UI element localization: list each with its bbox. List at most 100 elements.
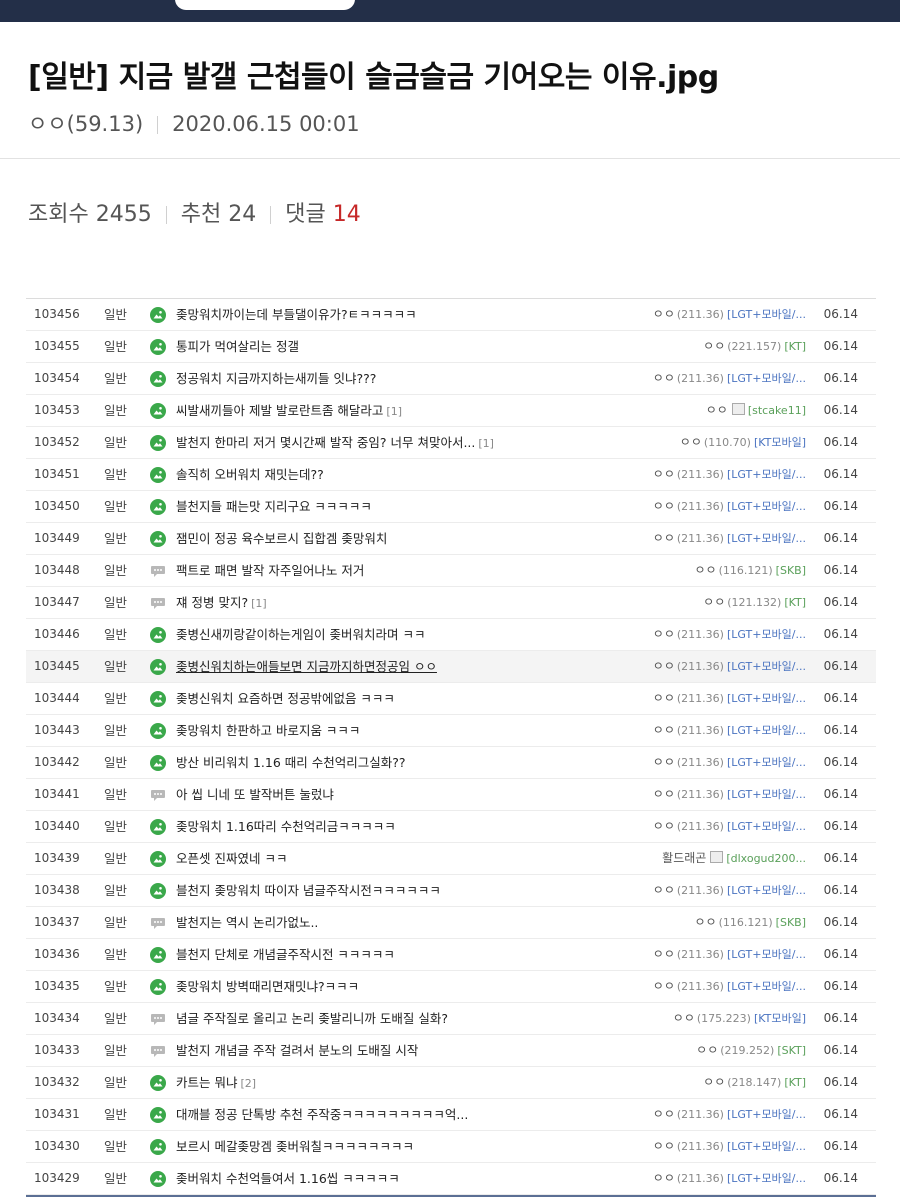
post-title-text[interactable]: 좆망워치 1.16따리 수천억리금ㅋㅋㅋㅋㅋ: [176, 819, 396, 834]
post-title-text[interactable]: 발천지 개념글 주작 걸려서 분노의 도배질 시작: [176, 1043, 418, 1058]
post-title-text[interactable]: 발천지 한마리 저거 몇시간째 발작 중임? 너무 쳐맞아서...: [176, 435, 475, 450]
list-item[interactable]: 103443 일반 좆망워치 한판하고 바로지움 ㅋㅋㅋ ㅇㅇ (211.36)[…: [26, 715, 876, 747]
post-title-text[interactable]: 쟤 정병 맞지?: [176, 595, 248, 610]
post-title-link[interactable]: 발천지는 역시 논리가없노..: [176, 907, 318, 938]
post-writer[interactable]: ㅇㅇ (211.36) [LGT+모바일/...: [653, 715, 806, 746]
post-title-link[interactable]: 통피가 먹여살리는 정갤: [176, 331, 299, 362]
list-item[interactable]: 103453 일반 씨발새끼들아 제발 발로란트좀 해달라고 [1] ㅇㅇ [stc…: [26, 395, 876, 427]
post-title-link[interactable]: 좆망워치 1.16따리 수천억리금ㅋㅋㅋㅋㅋ: [176, 811, 396, 842]
writer-name[interactable]: ㅇㅇ: [653, 755, 675, 769]
post-writer[interactable]: ㅇㅇ (211.36) [LGT+모바일/...: [653, 619, 806, 650]
post-title-link[interactable]: 발천지 개념글 주작 걸려서 분노의 도배질 시작: [176, 1035, 418, 1066]
post-title-link[interactable]: 정공워치 지금까지하는새끼들 잇냐???: [176, 363, 376, 394]
writer-name[interactable]: ㅇㅇ: [653, 979, 675, 993]
writer-name[interactable]: ㅇㅇ: [673, 1011, 695, 1025]
writer-name[interactable]: ㅇㅇ: [695, 915, 717, 929]
post-title-link[interactable]: 카트는 뭐냐 [2]: [176, 1067, 256, 1099]
writer-name[interactable]: ㅇㅇ: [695, 563, 717, 577]
post-writer[interactable]: ㅇㅇ (211.36) [LGT+모바일/...: [653, 875, 806, 906]
list-item[interactable]: 103440 일반 좆망워치 1.16따리 수천억리금ㅋㅋㅋㅋㅋ ㅇㅇ (211.…: [26, 811, 876, 843]
post-title-link[interactable]: 잼민이 정공 육수보르시 집합겜 좆망워치: [176, 523, 387, 554]
post-writer[interactable]: ㅇㅇ (116.121) [SKB]: [695, 907, 807, 938]
post-title-link[interactable]: 좆병신새끼랑같이하는게임이 좆버워치라며 ㅋㅋ: [176, 619, 425, 650]
post-title-link[interactable]: 발천지 한마리 저거 몇시간째 발작 중임? 너무 쳐맞아서... [1]: [176, 427, 494, 459]
reply-count[interactable]: [1]: [251, 597, 267, 610]
writer-name[interactable]: ㅇㅇ: [653, 883, 675, 897]
post-writer[interactable]: ㅇㅇ (221.157) [KT]: [703, 331, 806, 362]
list-item[interactable]: 103444 일반 좆병신워치 요즘하면 정공밖에없음 ㅋㅋㅋ ㅇㅇ (211.3…: [26, 683, 876, 715]
post-title-link[interactable]: 보르시 메갈좆망겜 좆버워칠ㅋㅋㅋㅋㅋㅋㅋㅋ: [176, 1131, 414, 1162]
post-title-link[interactable]: 방산 비리워치 1.16 때리 수천억리그실화??: [176, 747, 406, 778]
writer-name[interactable]: ㅇㅇ: [653, 307, 675, 321]
post-title-link[interactable]: 팩트로 패면 발작 자주일어나노 저거: [176, 555, 364, 586]
post-title-text[interactable]: 정공워치 지금까지하는새끼들 잇냐???: [176, 371, 376, 386]
post-title-text[interactable]: 카트는 뭐냐: [176, 1075, 237, 1090]
list-item[interactable]: 103448 일반 팩트로 패면 발작 자주일어나노 저거 ㅇㅇ (116.121…: [26, 555, 876, 587]
writer-name[interactable]: ㅇㅇ: [653, 819, 675, 833]
post-writer[interactable]: ㅇㅇ (211.36) [LGT+모바일/...: [653, 683, 806, 714]
post-title-text[interactable]: 좆병신워치 요즘하면 정공밖에없음 ㅋㅋㅋ: [176, 691, 395, 706]
writer-name[interactable]: ㅇㅇ: [653, 531, 675, 545]
writer-name[interactable]: ㅇㅇ: [680, 435, 702, 449]
list-item[interactable]: 103432 일반 카트는 뭐냐 [2] ㅇㅇ (218.147) [KT] 06.1…: [26, 1067, 876, 1099]
writer-name[interactable]: ㅇㅇ: [653, 627, 675, 641]
writer-name[interactable]: ㅇㅇ: [696, 1043, 718, 1057]
writer-name[interactable]: ㅇㅇ: [703, 339, 725, 353]
list-item[interactable]: 103438 일반 블천지 좆망워치 따이자 념글주작시전ㅋㅋㅋㅋㅋㅋ ㅇㅇ (2…: [26, 875, 876, 907]
post-writer[interactable]: ㅇㅇ (211.36) [LGT+모바일/...: [653, 1099, 806, 1130]
list-item[interactable]: 103454 일반 정공워치 지금까지하는새끼들 잇냐??? ㅇㅇ (211.36…: [26, 363, 876, 395]
post-title-link[interactable]: 좆망워치 방벽때리면재밋냐?ㅋㅋㅋ: [176, 971, 359, 1002]
list-item[interactable]: 103441 일반 아 씹 니네 또 발작버튼 눌렀냐 ㅇㅇ (211.36) [L…: [26, 779, 876, 811]
post-title-link[interactable]: 오픈셋 진짜였네 ㅋㅋ: [176, 843, 287, 874]
writer-name[interactable]: ㅇㅇ: [653, 691, 675, 705]
writer-name[interactable]: 활드래곤: [662, 851, 706, 865]
post-title-text[interactable]: 좆버워치 수천억들여서 1.16씹 ㅋㅋㅋㅋㅋ: [176, 1171, 400, 1186]
list-item[interactable]: 103455 일반 통피가 먹여살리는 정갤 ㅇㅇ (221.157) [KT] 0…: [26, 331, 876, 363]
writer-name[interactable]: ㅇㅇ: [653, 1171, 675, 1185]
writer-name[interactable]: ㅇㅇ: [653, 467, 675, 481]
writer-name[interactable]: ㅇㅇ: [653, 723, 675, 737]
post-writer[interactable]: ㅇㅇ (116.121) [SKB]: [695, 555, 807, 586]
writer-name[interactable]: ㅇㅇ: [653, 1107, 675, 1121]
post-writer[interactable]: ㅇㅇ (211.36) [LGT+모바일/...: [653, 779, 806, 810]
writer-name[interactable]: ㅇㅇ: [653, 787, 675, 801]
post-title-link[interactable]: 좆버워치 수천억들여서 1.16씹 ㅋㅋㅋㅋㅋ: [176, 1163, 400, 1194]
writer-name[interactable]: ㅇㅇ: [703, 595, 725, 609]
post-writer[interactable]: ㅇㅇ (211.36) [LGT+모바일/...: [653, 363, 806, 394]
post-title-text[interactable]: 블천지 단체로 개념글주작시전 ㅋㅋㅋㅋㅋ: [176, 947, 395, 962]
post-title-link[interactable]: 솔직히 오버워치 재밋는데??: [176, 459, 324, 490]
post-writer[interactable]: ㅇㅇ (175.223) [KT모바일]: [673, 1003, 806, 1034]
list-item[interactable]: 103452 일반 발천지 한마리 저거 몇시간째 발작 중임? 너무 쳐맞아서…: [26, 427, 876, 459]
reply-count[interactable]: [1]: [386, 405, 402, 418]
post-writer[interactable]: ㅇㅇ (211.36) [LGT+모바일/...: [653, 971, 806, 1002]
post-writer[interactable]: ㅇㅇ (211.36) [LGT+모바일/...: [653, 299, 806, 330]
post-title-text[interactable]: 통피가 먹여살리는 정갤: [176, 339, 299, 354]
post-title-text[interactable]: 솔직히 오버워치 재밋는데??: [176, 467, 324, 482]
writer-name[interactable]: ㅇㅇ: [653, 1139, 675, 1153]
list-item[interactable]: 103430 일반 보르시 메갈좆망겜 좆버워칠ㅋㅋㅋㅋㅋㅋㅋㅋ ㅇㅇ (211.…: [26, 1131, 876, 1163]
post-writer[interactable]: ㅇㅇ (219.252) [SKT]: [696, 1035, 806, 1066]
post-title-text[interactable]: 팩트로 패면 발작 자주일어나노 저거: [176, 563, 364, 578]
post-title-text[interactable]: 오픈셋 진짜였네 ㅋㅋ: [176, 851, 287, 866]
list-item[interactable]: 103447 일반 쟤 정병 맞지? [1] ㅇㅇ (121.132) [KT] 06…: [26, 587, 876, 619]
post-writer[interactable]: ㅇㅇ (211.36) [LGT+모바일/...: [653, 811, 806, 842]
post-writer[interactable]: ㅇㅇ (211.36) [LGT+모바일/...: [653, 1163, 806, 1194]
post-writer[interactable]: ㅇㅇ (218.147) [KT]: [703, 1067, 806, 1098]
post-title-text[interactable]: 잼민이 정공 육수보르시 집합겜 좆망워치: [176, 531, 387, 546]
post-title-text[interactable]: 블천지들 패는맛 지리구요 ㅋㅋㅋㅋㅋ: [176, 499, 372, 514]
post-title-text[interactable]: 좆망워치 방벽때리면재밋냐?ㅋㅋㅋ: [176, 979, 359, 994]
post-title-text[interactable]: 아 씹 니네 또 발작버튼 눌렀냐: [176, 787, 334, 802]
post-writer[interactable]: ㅇㅇ [stcake11]: [706, 395, 806, 426]
post-title-text[interactable]: 좆병신워치하는애들보면 지금까지하면정공임 ㅇㅇ: [176, 659, 437, 674]
post-writer[interactable]: ㅇㅇ (211.36) [LGT+모바일/...: [653, 491, 806, 522]
post-title-link[interactable]: 씨발새끼들아 제발 발로란트좀 해달라고 [1]: [176, 395, 402, 427]
post-title-link[interactable]: 대깨블 정공 단톡방 추천 주작중ㅋㅋㅋㅋㅋㅋㅋㅋㅋ억...: [176, 1099, 468, 1130]
post-title-link[interactable]: 아 씹 니네 또 발작버튼 눌렀냐: [176, 779, 334, 810]
list-item[interactable]: 103429 일반 좆버워치 수천억들여서 1.16씹 ㅋㅋㅋㅋㅋ ㅇㅇ (211…: [26, 1163, 876, 1195]
list-item[interactable]: 103451 일반 솔직히 오버워치 재밋는데?? ㅇㅇ (211.36) [LGT…: [26, 459, 876, 491]
writer-name[interactable]: ㅇㅇ: [653, 371, 675, 385]
post-author[interactable]: ㅇㅇ(59.13): [28, 112, 143, 136]
post-title-text[interactable]: 블천지 좆망워치 따이자 념글주작시전ㅋㅋㅋㅋㅋㅋ: [176, 883, 441, 898]
list-item[interactable]: 103442 일반 방산 비리워치 1.16 때리 수천억리그실화?? ㅇㅇ (2…: [26, 747, 876, 779]
post-title-link[interactable]: 좆망워치까이는데 부들댈이유가?ㅌㅋㅋㅋㅋㅋ: [176, 299, 417, 330]
